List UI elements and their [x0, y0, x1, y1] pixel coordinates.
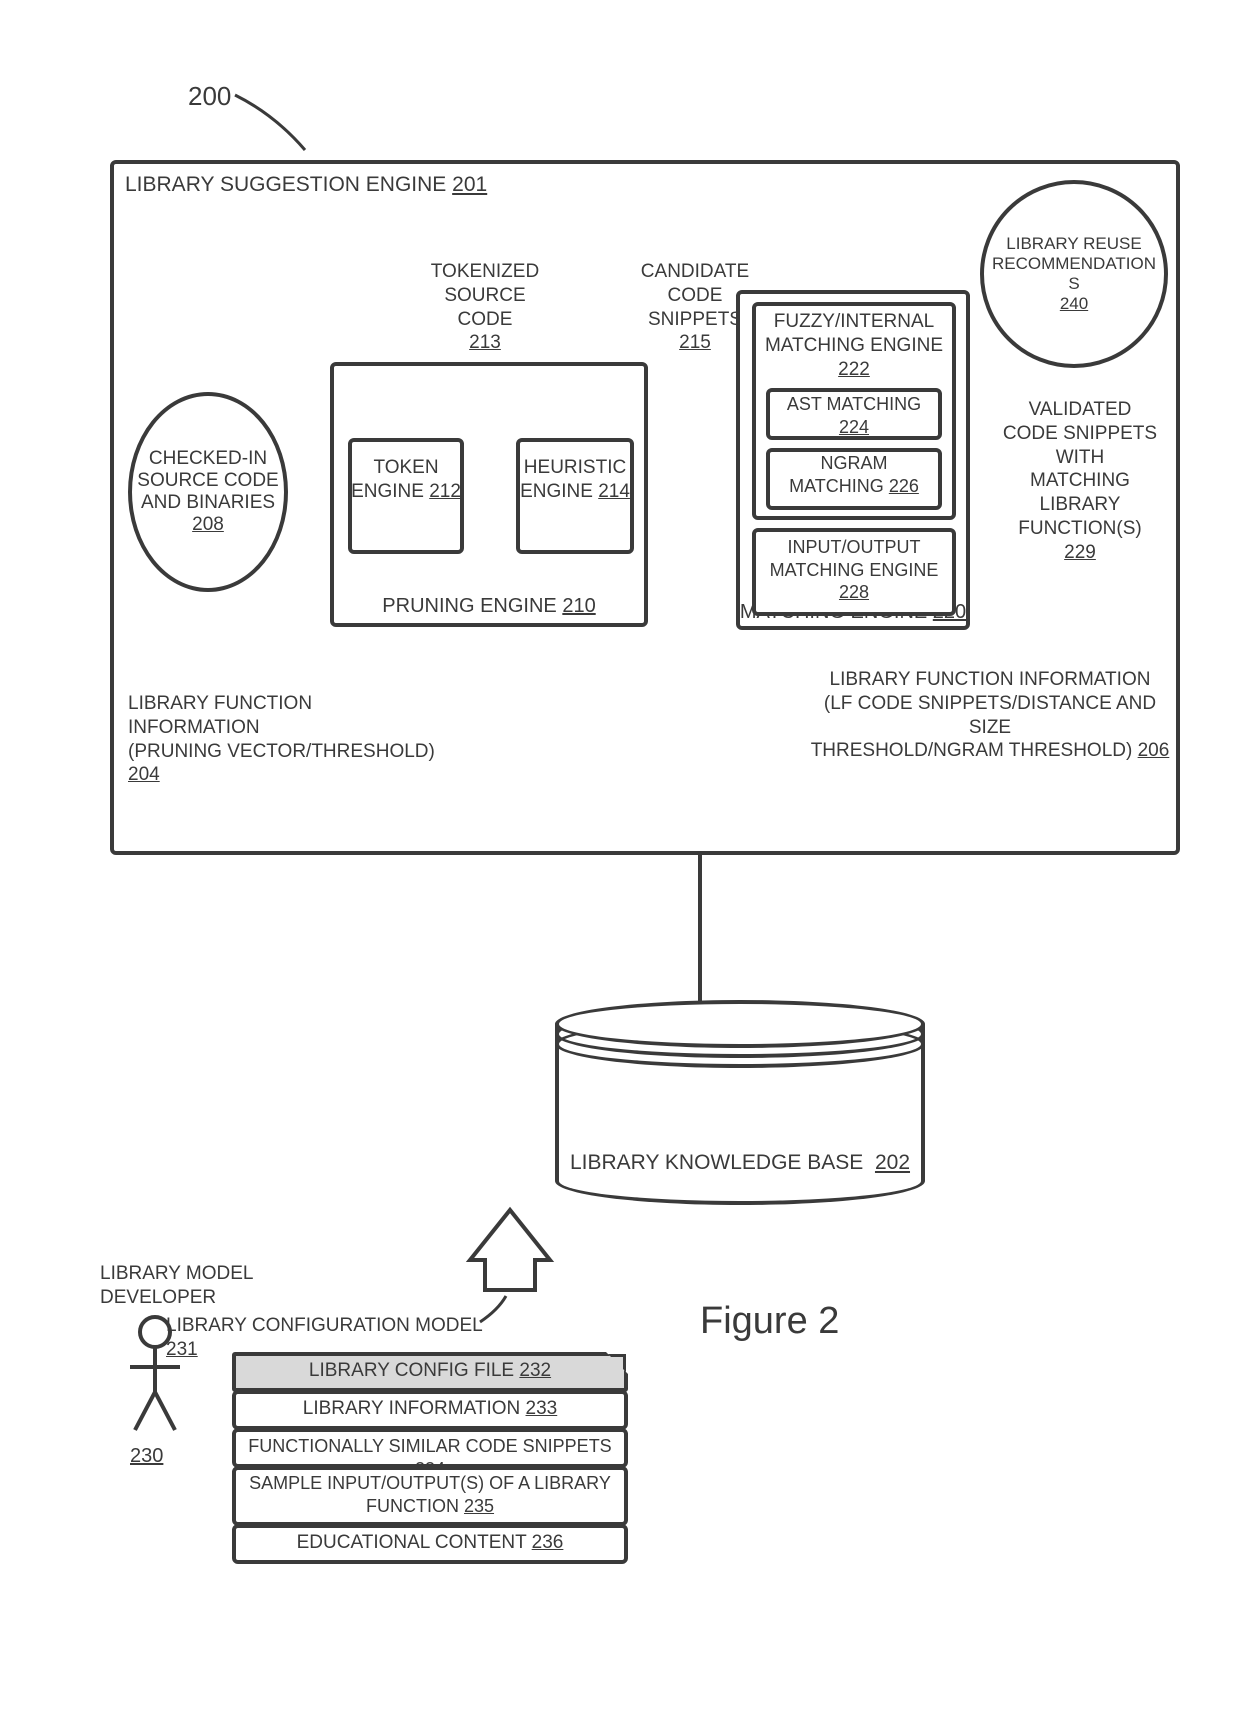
- r5-lbl: EDUCATIONAL CONTENT 236: [232, 1531, 628, 1555]
- tok-l3: CODE: [410, 308, 560, 332]
- token-num: 212: [429, 481, 461, 502]
- fig-ref: 200: [188, 80, 231, 113]
- r5-text: EDUCATIONAL CONTENT: [297, 1532, 527, 1553]
- io-lbl: INPUT/OUTPUT MATCHING ENGINE 228: [752, 536, 956, 604]
- ngram-num: 226: [889, 476, 919, 496]
- fuzzy-l2: MATCHING ENGINE: [752, 334, 956, 358]
- token-lbl: TOKEN ENGINE 212: [348, 456, 464, 504]
- ast-lbl: AST MATCHING 224: [766, 393, 942, 438]
- tok-num: 213: [410, 331, 560, 355]
- ast-num: 224: [766, 416, 942, 439]
- fuzzy-lbl: FUZZY/INTERNAL MATCHING ENGINE 222: [752, 310, 956, 381]
- heur-t1: HEURISTIC: [516, 456, 634, 480]
- r1-text: LIBRARY CONFIG FILE: [309, 1360, 514, 1381]
- lfim-l2: (LF CODE SNIPPETS/DISTANCE AND SIZE: [810, 692, 1170, 740]
- r1-num: 232: [519, 1360, 551, 1381]
- source-l2: SOURCE CODE: [137, 470, 278, 492]
- fuzzy-l1: FUZZY/INTERNAL: [752, 310, 956, 334]
- source-l1: CHECKED-IN: [149, 448, 267, 470]
- r4-num: 235: [464, 1496, 494, 1516]
- val-l1: VALIDATED: [992, 398, 1168, 422]
- val-l6: FUNCTION(S): [992, 517, 1168, 541]
- rec-l1: LIBRARY REUSE: [1006, 234, 1141, 254]
- val-l4: MATCHING: [992, 469, 1168, 493]
- kb-title: LIBRARY KNOWLEDGE BASE 202: [555, 1150, 925, 1176]
- r4-l1: SAMPLE INPUT/OUTPUT(S) OF A LIBRARY: [232, 1472, 628, 1495]
- lfim-l1: LIBRARY FUNCTION INFORMATION: [810, 668, 1170, 692]
- kb-num: 202: [875, 1151, 910, 1174]
- r2-text: LIBRARY INFORMATION: [303, 1398, 520, 1419]
- io-l2: MATCHING ENGINE: [752, 559, 956, 582]
- source-num: 208: [192, 514, 224, 536]
- heur-t2: ENGINE: [520, 481, 593, 502]
- cfgmodel-text: LIBRARY CONFIGURATION MODEL: [166, 1315, 482, 1336]
- rec-num: 240: [1060, 294, 1088, 314]
- heuristic-num: 214: [598, 481, 630, 502]
- lfim-num: 206: [1138, 740, 1170, 761]
- lfip-num: 204: [128, 764, 160, 785]
- lfip-l2: (PRUNING VECTOR/THRESHOLD): [128, 741, 435, 762]
- engine-title-text: LIBRARY SUGGESTION ENGINE: [125, 173, 446, 196]
- tok-l2: SOURCE: [410, 284, 560, 308]
- ngram-l2: MATCHING: [789, 476, 884, 496]
- io-num: 228: [752, 581, 956, 604]
- heuristic-lbl: HEURISTIC ENGINE 214: [516, 456, 634, 504]
- recommendation-circle: LIBRARY REUSE RECOMMENDATION S 240: [980, 180, 1168, 368]
- validated-label: VALIDATED CODE SNIPPETS WITH MATCHING LI…: [992, 398, 1168, 564]
- tokenized-label: TOKENIZED SOURCE CODE 213: [410, 260, 560, 355]
- r2-lbl: LIBRARY INFORMATION 233: [232, 1397, 628, 1421]
- val-num: 229: [992, 541, 1168, 565]
- source-l3: AND BINARIES: [141, 492, 275, 514]
- tok-l1: TOKENIZED: [410, 260, 560, 284]
- val-l5: LIBRARY: [992, 493, 1168, 517]
- lfi-pruning: LIBRARY FUNCTION INFORMATION (PRUNING VE…: [128, 692, 448, 787]
- rec-l2: RECOMMENDATION: [992, 254, 1156, 274]
- r1-lbl: LIBRARY CONFIG FILE 232: [232, 1359, 628, 1383]
- lfip-l1: LIBRARY FUNCTION INFORMATION: [128, 692, 448, 740]
- token-t2: ENGINE: [351, 481, 424, 502]
- cand-l1: CANDIDATE: [625, 260, 765, 284]
- val-l2: CODE SNIPPETS: [992, 422, 1168, 446]
- developer-num: 230: [130, 1444, 163, 1469]
- pruning-title-text: PRUNING ENGINE: [382, 595, 556, 617]
- r3-text: FUNCTIONALLY SIMILAR CODE SNIPPETS: [248, 1436, 611, 1456]
- ngram-l1: NGRAM: [766, 452, 942, 475]
- dev-l1: LIBRARY MODEL: [100, 1262, 270, 1286]
- fuzzy-num: 222: [752, 358, 956, 382]
- lfi-matching: LIBRARY FUNCTION INFORMATION (LF CODE SN…: [810, 668, 1170, 763]
- r4-lbl: SAMPLE INPUT/OUTPUT(S) OF A LIBRARY FUNC…: [232, 1472, 628, 1517]
- ngram-lbl: NGRAM MATCHING 226: [766, 452, 942, 497]
- kb-text: LIBRARY KNOWLEDGE BASE: [570, 1151, 863, 1174]
- r5-num: 236: [532, 1532, 564, 1553]
- source-ellipse: CHECKED-IN SOURCE CODE AND BINARIES 208: [128, 392, 288, 592]
- r2-num: 233: [526, 1398, 558, 1419]
- engine-title-num: 201: [452, 173, 487, 196]
- pruning-title: PRUNING ENGINE 210: [330, 594, 648, 619]
- ast-text: AST MATCHING: [787, 394, 921, 414]
- r4-l2: FUNCTION: [366, 1496, 459, 1516]
- rec-l3: S: [1068, 274, 1079, 294]
- pruning-title-num: 210: [562, 595, 595, 617]
- developer-icon: [120, 1312, 190, 1442]
- developer-label: LIBRARY MODEL DEVELOPER: [100, 1262, 270, 1310]
- figure-caption: Figure 2: [700, 1300, 839, 1343]
- dev-l2: DEVELOPER: [100, 1286, 270, 1310]
- io-l1: INPUT/OUTPUT: [752, 536, 956, 559]
- engine-title: LIBRARY SUGGESTION ENGINE 201: [125, 172, 487, 198]
- lfim-l3: THRESHOLD/NGRAM THRESHOLD): [811, 740, 1133, 761]
- val-l3: WITH: [992, 446, 1168, 470]
- token-t1: TOKEN: [373, 457, 438, 478]
